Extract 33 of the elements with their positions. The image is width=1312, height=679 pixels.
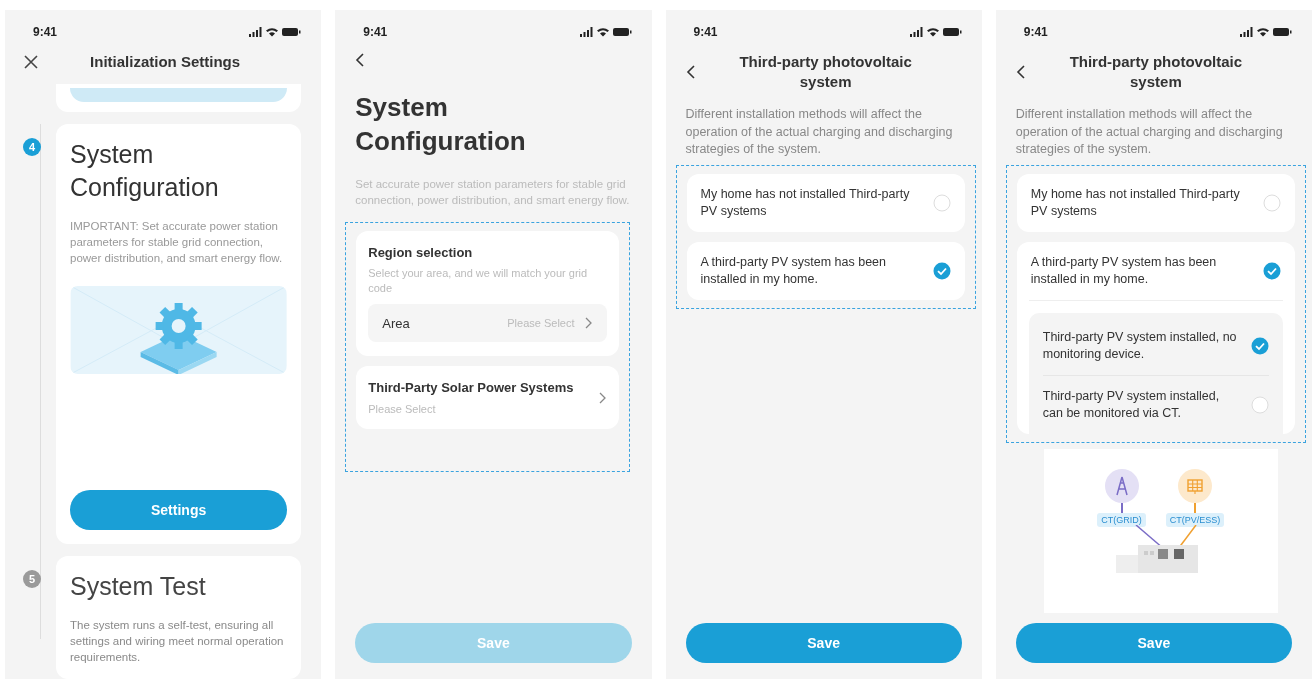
option-row[interactable]: My home has not installed Third-party PV systems [686,173,965,232]
step-title: System Test [70,571,207,602]
screen-title: Initialization Settings [89,52,242,72]
page-description: Different installation methods will affect the operation of the actual charging and discharging strategies of the system. [1014,106,1284,158]
step-description: IMPORTANT: Set accurate power station parameters for stable grid connection, power distribution, and smart energy flow. [70,219,284,266]
option-row[interactable]: A third-party PV system has been installed in my home. [686,241,965,300]
status-icons [909,27,962,37]
screen-title: Third-party photovoltaic system [1068,52,1244,92]
status-time: 9:41 [33,25,58,39]
option-row[interactable]: A third-party PV system has been installed in my home. [1016,241,1295,300]
page-description: Different installation methods will affect the operation of the actual charging and discharging strategies of the system. [684,106,954,158]
close-icon[interactable] [23,54,39,70]
sub-option-row[interactable]: Third-party PV system installed, no monitoring device. [1042,316,1269,375]
screen-title: Third-party photovoltaic system [738,52,913,92]
ct-label: CT(PV/ESS) [1165,512,1225,527]
status-time: 9:41 [363,25,388,39]
page-title: System Configuration [354,91,527,158]
card-title: Region selection [368,245,474,260]
status-time: 9:41 [1023,25,1048,39]
solar-systems-item[interactable]: Third-Party Solar Power Systems Please Select [356,366,619,429]
step-description: The system runs a self-test, ensuring all settings and wiring meet normal operation requirements. [70,618,285,665]
step-title: System Configuration [70,139,220,203]
option-row[interactable]: My home has not installed Third-party PV systems [1016,173,1295,232]
status-icons [579,27,632,37]
sub-option-row[interactable]: Third-party PV system installed, can be monitored via CT. [1042,374,1269,434]
status-icons [1240,27,1292,37]
ct-label: CT(GRID) [1097,512,1146,527]
area-select[interactable]: Area Please Select [368,304,607,342]
status-icons [249,27,302,37]
step-number: 5 [23,570,41,588]
step-number: 4 [23,138,41,156]
card-hint: Select your area, and we will match your grid code [368,266,589,296]
status-time: 9:41 [693,25,718,39]
